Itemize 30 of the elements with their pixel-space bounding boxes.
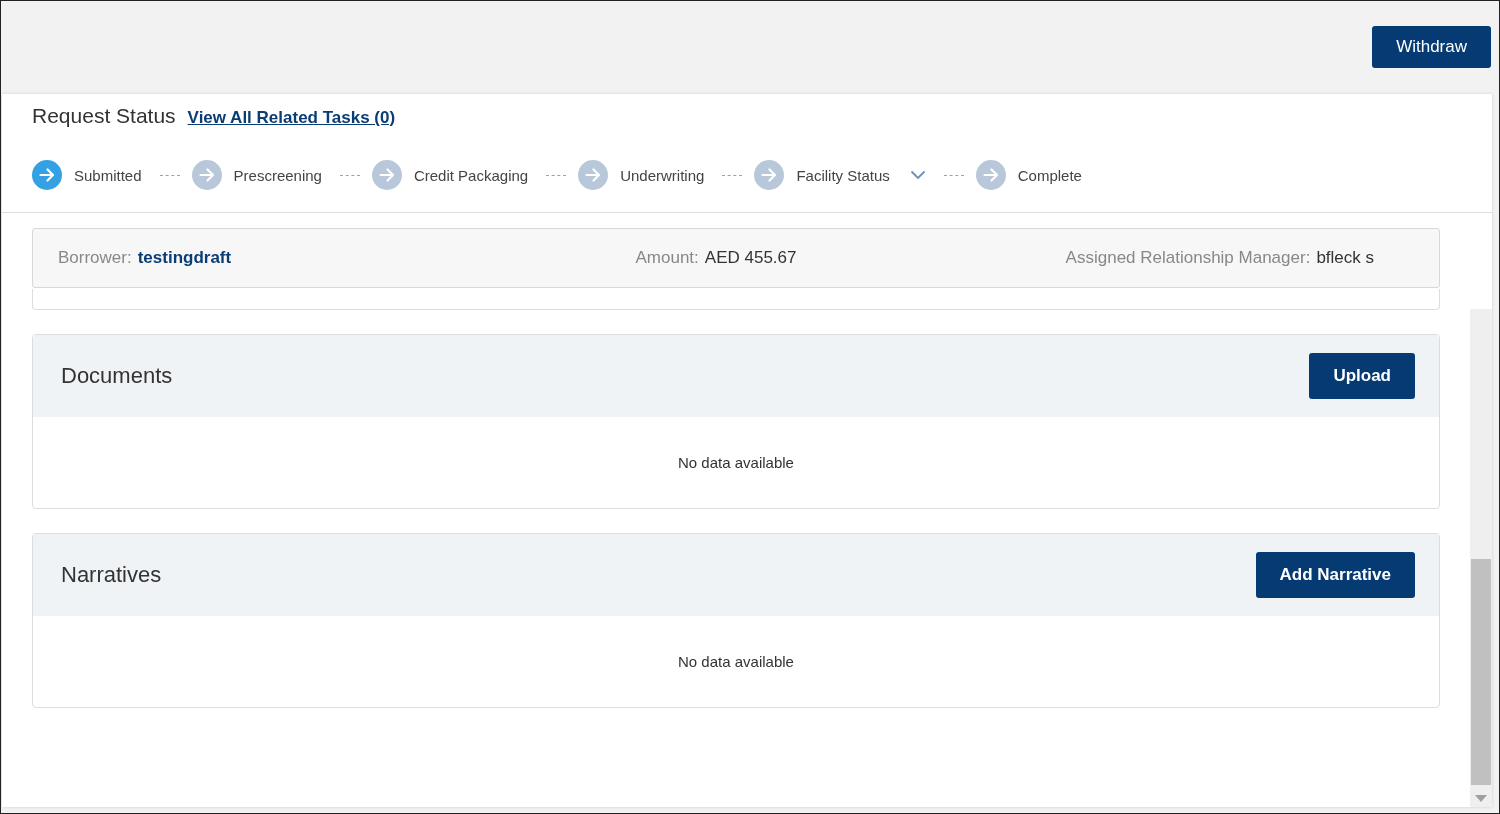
field-label: Assigned Relationship Manager: [1065, 248, 1311, 268]
step-connector [159, 174, 180, 176]
section-title: Narratives [61, 562, 162, 588]
withdraw-button[interactable]: Withdraw [1372, 26, 1491, 68]
section-title: Documents [61, 363, 173, 389]
step-label[interactable]: Underwriting [620, 166, 705, 184]
scrollbar[interactable] [1470, 309, 1492, 807]
field-value: bfleck s [1316, 248, 1374, 268]
field-value: AED 455.67 [704, 248, 797, 268]
step-label[interactable]: Credit Packaging [413, 166, 529, 184]
empty-message: No data available [678, 454, 794, 471]
step-label[interactable]: Complete [1017, 166, 1082, 184]
step-connector [546, 174, 567, 176]
chevron-down-icon[interactable] [909, 170, 926, 180]
step-label[interactable]: Facility Status [796, 166, 890, 184]
step-connector [722, 174, 743, 176]
field-label: Borrower: [58, 248, 132, 268]
step-connector [943, 174, 964, 176]
step-connector [339, 174, 360, 176]
step-label[interactable]: Submitted [74, 166, 142, 184]
scroll-down-icon[interactable] [1475, 795, 1487, 803]
request-status-title: Request Status [32, 104, 176, 128]
field-label: Amount: [635, 248, 699, 268]
empty-message: No data available [678, 653, 794, 670]
view-tasks-link[interactable]: View All Related Tasks (0) [187, 108, 396, 128]
borrower-link[interactable]: testingdraft [137, 248, 232, 268]
step-label[interactable]: Prescreening [233, 166, 322, 184]
section-action-button[interactable]: Upload [1309, 353, 1415, 399]
section-action-button[interactable]: Add Narrative [1255, 552, 1415, 598]
scrollbar-thumb[interactable] [1471, 559, 1491, 785]
